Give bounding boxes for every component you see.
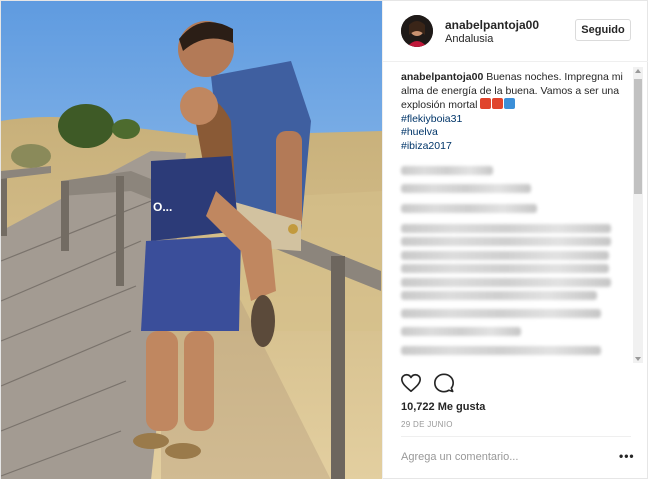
hashtag-link[interactable]: #flekiyboia31 [401, 113, 633, 127]
scroll-up-arrow-icon[interactable] [635, 69, 641, 73]
explosion-emoji-icon [480, 98, 492, 109]
more-options-icon[interactable]: ••• [619, 450, 635, 462]
post-actions: 10,722 Me gusta 29 DE JUNIO Agrega un co… [383, 363, 648, 479]
wave-emoji-icon [504, 98, 516, 109]
blurred-comment [401, 204, 537, 213]
add-comment-input[interactable]: Agrega un comentario... [401, 451, 518, 463]
blurred-comment [401, 346, 601, 355]
explosion-emoji-icon-2 [492, 98, 504, 109]
couple-boardwalk-image: O... [1, 1, 382, 479]
post-date[interactable]: 29 DE JUNIO [401, 420, 453, 429]
blurred-comment [401, 291, 597, 300]
blurred-comment [401, 166, 493, 175]
comments-panel[interactable]: anabelpantoja00 Buenas noches. Impregna … [383, 63, 648, 363]
avatar-image [401, 15, 433, 47]
blurred-comment [401, 237, 611, 246]
caption-username[interactable]: anabelpantoja00 [401, 71, 483, 83]
divider [401, 436, 631, 437]
scroll-thumb[interactable] [634, 79, 642, 194]
instagram-post: O... anabelpantoja00 Andalusia Seguido a… [0, 0, 648, 479]
comments-scrollbar[interactable] [633, 67, 643, 363]
avatar[interactable] [401, 15, 433, 47]
likes-count[interactable]: 10,722 Me gusta [401, 401, 485, 413]
post-photo[interactable]: O... [1, 1, 382, 479]
blurred-comment [401, 184, 531, 193]
hashtag-link[interactable]: #huelva [401, 126, 633, 140]
blurred-comment [401, 264, 609, 273]
comment-bubble-icon[interactable] [433, 372, 455, 394]
blurred-comment [401, 309, 601, 318]
blurred-comment [401, 224, 611, 233]
blurred-comment [401, 251, 609, 260]
blurred-comment [401, 278, 611, 287]
following-button[interactable]: Seguido [575, 19, 631, 41]
post-header: anabelpantoja00 Andalusia Seguido [383, 1, 648, 62]
scroll-down-arrow-icon[interactable] [635, 357, 641, 361]
heart-icon[interactable] [400, 372, 422, 394]
hashtag-link[interactable]: #ibiza2017 [401, 140, 633, 154]
post-caption: anabelpantoja00 Buenas noches. Impregna … [401, 71, 633, 153]
svg-text:O...: O... [153, 200, 172, 214]
blurred-comment [401, 327, 521, 336]
username-link[interactable]: anabelpantoja00 [445, 18, 539, 32]
post-sidebar: anabelpantoja00 Andalusia Seguido anabel… [382, 1, 648, 479]
location-link[interactable]: Andalusia [445, 33, 493, 45]
